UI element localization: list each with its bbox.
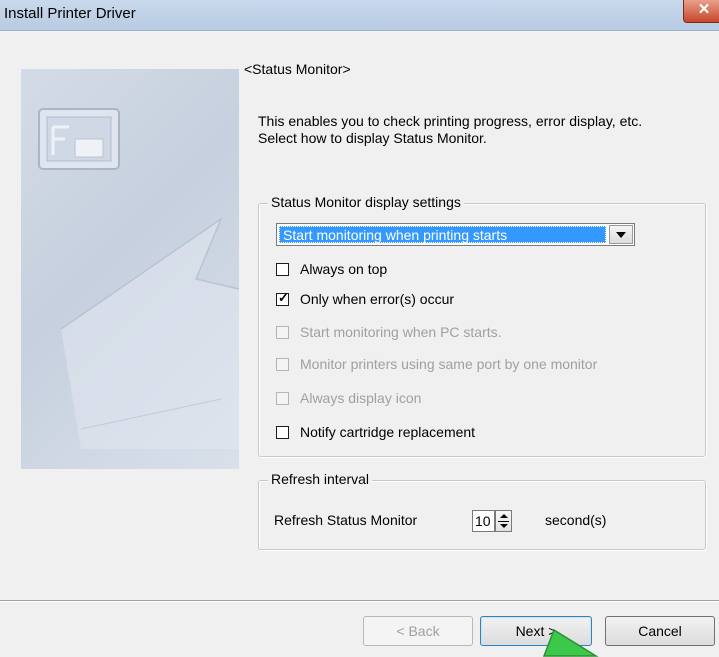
checkbox-label: Always display icon: [300, 390, 422, 406]
wizard-side-graphic: [21, 69, 239, 469]
checkbox-box[interactable]: [276, 263, 289, 276]
refresh-interval-legend: Refresh interval: [268, 471, 373, 487]
monitor-mode-value: Start monitoring when printing starts: [279, 226, 606, 243]
close-icon: ✕: [697, 1, 711, 18]
refresh-unit: second(s): [545, 512, 607, 528]
spinner-up-icon[interactable]: [500, 514, 508, 518]
monitor-mode-select[interactable]: Start monitoring when printing starts: [276, 223, 635, 246]
description-line-2: Select how to display Status Monitor.: [258, 130, 487, 146]
checkbox-label: Notify cartridge replacement: [300, 424, 476, 440]
refresh-label: Refresh Status Monitor: [274, 512, 418, 528]
checkbox-label: Only when error(s) occur: [300, 291, 455, 307]
cancel-button[interactable]: Cancel: [605, 616, 715, 646]
refresh-spinner[interactable]: [495, 510, 512, 532]
window-title: Install Printer Driver: [4, 5, 136, 22]
checkbox-box: [276, 358, 289, 371]
back-button[interactable]: < Back: [363, 616, 473, 646]
display-settings-legend: Status Monitor display settings: [268, 194, 464, 210]
checkbox-label: Monitor printers using same port by one …: [300, 356, 598, 372]
checkbox-box: [276, 392, 289, 405]
close-button[interactable]: ✕: [683, 0, 719, 23]
dropdown-button[interactable]: [609, 225, 633, 244]
checkbox-label: Always on top: [300, 261, 388, 277]
refresh-seconds-input[interactable]: 10: [472, 510, 495, 532]
footer-separator: [0, 600, 719, 602]
checkbox-box[interactable]: ✓: [276, 290, 289, 306]
checkbox-label: Start monitoring when PC starts.: [300, 324, 502, 340]
checkmark-icon: ✓: [278, 290, 289, 305]
decorative-arrow-graphic: [38, 108, 239, 449]
spinner-divider: [498, 521, 509, 522]
chevron-down-icon: [616, 232, 626, 238]
spinner-down-icon[interactable]: [500, 524, 508, 528]
page-header: <Status Monitor>: [244, 61, 351, 77]
checkbox-box[interactable]: [276, 426, 289, 439]
description: This enables you to check printing progr…: [258, 113, 642, 147]
description-line-1: This enables you to check printing progr…: [258, 113, 643, 129]
title-bar: Install Printer Driver ✕: [0, 0, 719, 31]
pointer-cursor-icon: [542, 628, 599, 657]
checkbox-box: [276, 326, 289, 339]
